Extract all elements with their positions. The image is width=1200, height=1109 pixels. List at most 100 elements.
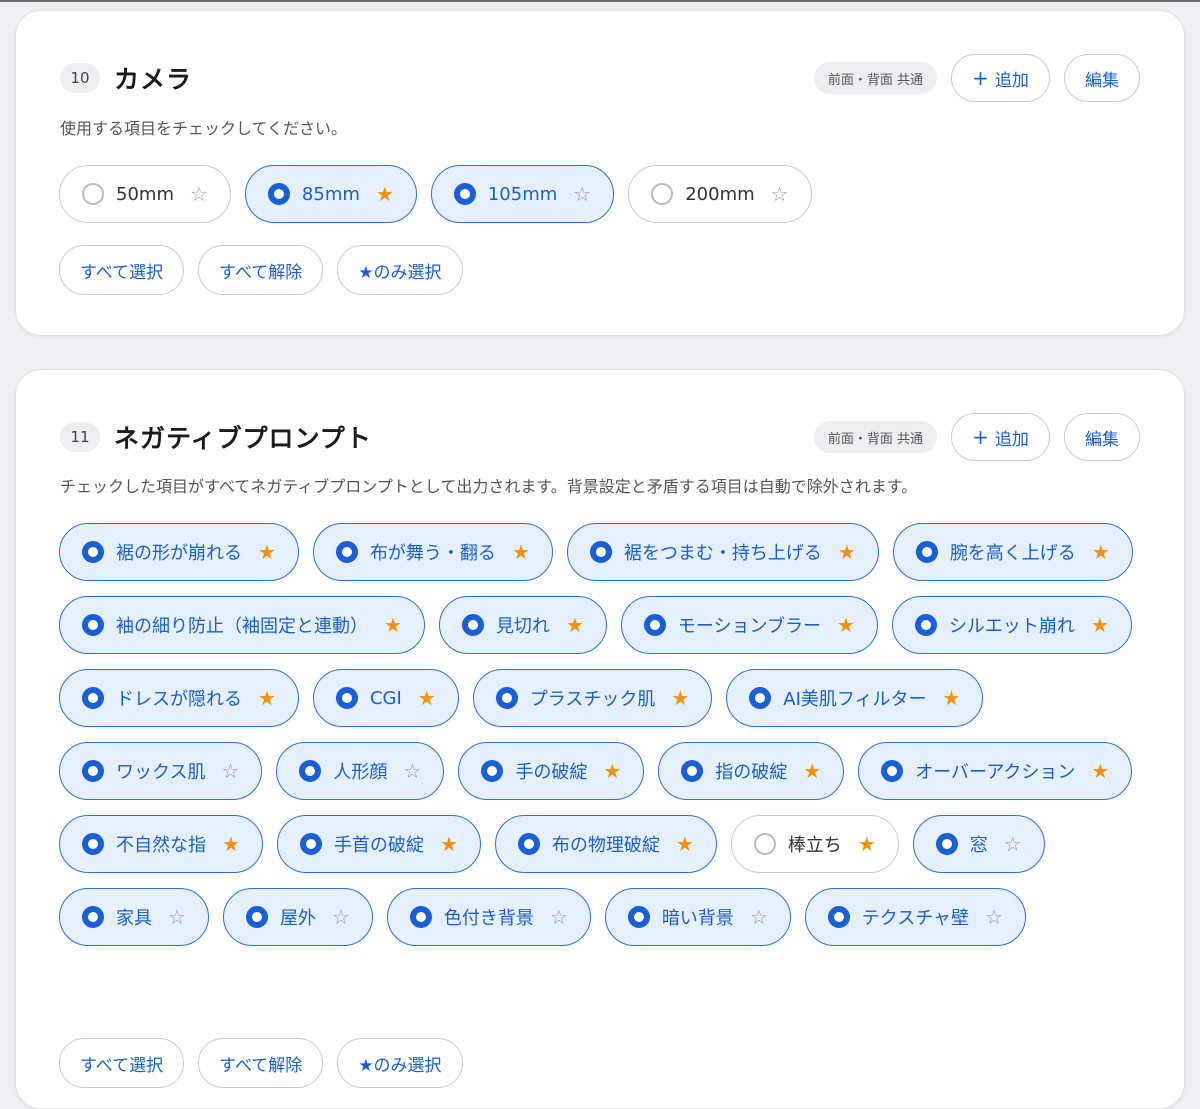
- star-filled-icon[interactable]: ★: [258, 688, 276, 708]
- option-chip[interactable]: 棒立ち ★: [730, 815, 899, 873]
- radio-checked-icon[interactable]: [245, 906, 268, 928]
- option-chip[interactable]: モーションブラー ★: [620, 596, 878, 654]
- radio-checked-icon[interactable]: [82, 614, 104, 636]
- radio-checked-icon[interactable]: [82, 760, 104, 782]
- radio-checked-icon[interactable]: [299, 833, 322, 855]
- star-filled-icon[interactable]: ★: [566, 615, 584, 635]
- edit-button[interactable]: 編集: [1064, 413, 1140, 461]
- option-chip[interactable]: 手の破綻 ★: [458, 742, 645, 800]
- star-filled-icon[interactable]: ★: [258, 542, 276, 562]
- option-chip[interactable]: オーバーアクション ★: [858, 742, 1133, 800]
- star-outline-icon[interactable]: ☆: [332, 907, 350, 927]
- radio-checked-icon[interactable]: [935, 833, 958, 855]
- option-chip[interactable]: テクスチャ壁 ☆: [804, 888, 1026, 946]
- star-outline-icon[interactable]: ☆: [403, 761, 421, 781]
- option-chip[interactable]: ドレスが隠れる ★: [59, 669, 299, 727]
- star-filled-icon[interactable]: ★: [943, 688, 961, 708]
- option-chip[interactable]: 手首の破綻 ★: [276, 815, 481, 873]
- option-chip[interactable]: AI美肌フィルター ★: [726, 669, 984, 727]
- add-button[interactable]: + 追加: [951, 413, 1050, 461]
- radio-unchecked-icon[interactable]: [651, 183, 674, 205]
- radio-checked-icon[interactable]: [409, 906, 432, 928]
- star-outline-icon[interactable]: ☆: [985, 907, 1003, 927]
- option-chip[interactable]: シルエット崩れ ★: [891, 596, 1132, 654]
- star-filled-icon[interactable]: ★: [440, 834, 458, 854]
- option-chip[interactable]: 布の物理破綻 ★: [494, 815, 717, 873]
- option-chip[interactable]: 指の破綻 ★: [658, 742, 845, 800]
- radio-unchecked-icon[interactable]: [82, 183, 104, 205]
- star-outline-icon[interactable]: ☆: [221, 761, 239, 781]
- select-all-button[interactable]: すべて選択: [59, 1038, 185, 1088]
- star-filled-icon[interactable]: ★: [676, 834, 694, 854]
- radio-checked-icon[interactable]: [82, 906, 104, 928]
- star-filled-icon[interactable]: ★: [671, 688, 689, 708]
- radio-checked-icon[interactable]: [681, 760, 704, 782]
- option-chip[interactable]: プラスチック肌 ★: [472, 669, 713, 727]
- radio-checked-icon[interactable]: [517, 833, 540, 855]
- star-filled-icon[interactable]: ★: [1091, 615, 1109, 635]
- radio-checked-icon[interactable]: [749, 687, 772, 709]
- select-starred-button[interactable]: ★のみ選択: [337, 1038, 463, 1088]
- star-filled-icon[interactable]: ★: [838, 542, 856, 562]
- star-filled-icon[interactable]: ★: [1091, 761, 1109, 781]
- option-chip[interactable]: 裾をつまむ・持ち上げる ★: [566, 523, 879, 581]
- radio-checked-icon[interactable]: [481, 760, 504, 782]
- option-chip[interactable]: 不自然な指 ★: [59, 815, 263, 873]
- option-chip[interactable]: 人形顔 ☆: [276, 742, 445, 800]
- option-chip[interactable]: 屋外 ☆: [222, 888, 373, 946]
- radio-checked-icon[interactable]: [453, 183, 476, 205]
- star-outline-icon[interactable]: ☆: [550, 907, 568, 927]
- radio-checked-icon[interactable]: [495, 687, 518, 709]
- radio-checked-icon[interactable]: [827, 906, 850, 928]
- option-chip[interactable]: 85mm ★: [244, 165, 417, 223]
- radio-checked-icon[interactable]: [82, 687, 104, 709]
- option-chip[interactable]: 105mm ☆: [430, 165, 615, 223]
- star-filled-icon[interactable]: ★: [222, 834, 240, 854]
- radio-checked-icon[interactable]: [589, 541, 612, 563]
- radio-checked-icon[interactable]: [915, 541, 938, 563]
- radio-checked-icon[interactable]: [82, 833, 104, 855]
- star-outline-icon[interactable]: ☆: [750, 907, 768, 927]
- star-filled-icon[interactable]: ★: [603, 761, 621, 781]
- star-filled-icon[interactable]: ★: [858, 834, 876, 854]
- radio-checked-icon[interactable]: [461, 614, 484, 636]
- radio-checked-icon[interactable]: [627, 906, 650, 928]
- radio-checked-icon[interactable]: [643, 614, 666, 636]
- clear-all-button[interactable]: すべて解除: [198, 1038, 324, 1088]
- option-chip[interactable]: 200mm ☆: [628, 165, 812, 223]
- option-chip[interactable]: 袖の細り防止（袖固定と連動） ★: [59, 596, 425, 654]
- option-chip[interactable]: 裾の形が崩れる ★: [59, 523, 299, 581]
- option-chip[interactable]: ワックス肌 ☆: [59, 742, 263, 800]
- radio-checked-icon[interactable]: [914, 614, 937, 636]
- star-filled-icon[interactable]: ★: [376, 184, 394, 204]
- edit-button[interactable]: 編集: [1064, 54, 1140, 102]
- radio-checked-icon[interactable]: [881, 760, 904, 782]
- radio-unchecked-icon[interactable]: [753, 833, 776, 855]
- radio-checked-icon[interactable]: [82, 541, 104, 563]
- star-filled-icon[interactable]: ★: [384, 615, 402, 635]
- select-starred-button[interactable]: ★のみ選択: [337, 245, 463, 295]
- option-chip[interactable]: 色付き背景 ☆: [386, 888, 591, 946]
- radio-checked-icon[interactable]: [267, 183, 290, 205]
- star-filled-icon[interactable]: ★: [1092, 542, 1110, 562]
- star-outline-icon[interactable]: ☆: [190, 184, 208, 204]
- star-outline-icon[interactable]: ☆: [771, 184, 789, 204]
- option-chip[interactable]: 布が舞う・翻る ★: [312, 523, 553, 581]
- star-filled-icon[interactable]: ★: [512, 542, 530, 562]
- clear-all-button[interactable]: すべて解除: [198, 245, 324, 295]
- option-chip[interactable]: 腕を高く上げる ★: [892, 523, 1133, 581]
- select-all-button[interactable]: すべて選択: [59, 245, 185, 295]
- add-button[interactable]: + 追加: [951, 54, 1050, 102]
- star-filled-icon[interactable]: ★: [418, 688, 436, 708]
- radio-checked-icon[interactable]: [335, 687, 358, 709]
- option-chip[interactable]: 見切れ ★: [438, 596, 607, 654]
- star-outline-icon[interactable]: ☆: [573, 184, 591, 204]
- star-filled-icon[interactable]: ★: [803, 761, 821, 781]
- option-chip[interactable]: 暗い背景 ☆: [604, 888, 791, 946]
- option-chip[interactable]: 家具 ☆: [59, 888, 209, 946]
- radio-checked-icon[interactable]: [299, 760, 322, 782]
- star-outline-icon[interactable]: ☆: [1004, 834, 1022, 854]
- option-chip[interactable]: 50mm ☆: [59, 165, 231, 223]
- radio-checked-icon[interactable]: [335, 541, 358, 563]
- option-chip[interactable]: 窓 ☆: [912, 815, 1045, 873]
